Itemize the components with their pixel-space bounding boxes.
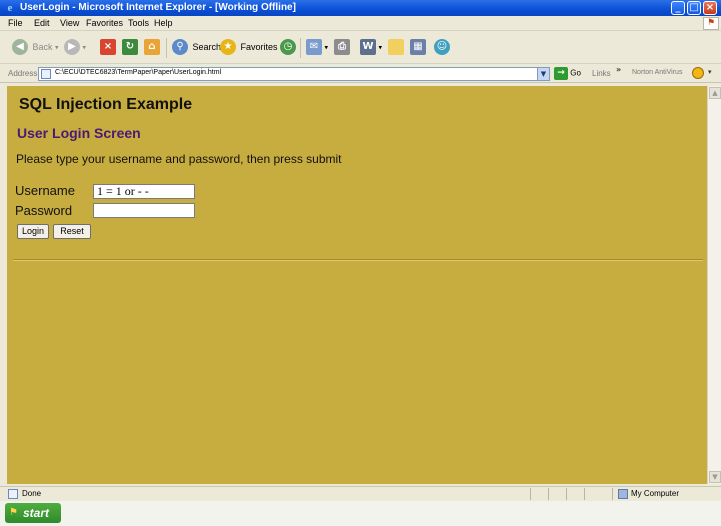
start-button[interactable]: ⚑ start	[5, 503, 61, 523]
mail-button[interactable]: ✉ ▾	[306, 39, 328, 57]
username-label: Username	[15, 183, 75, 198]
instructions-text: Please type your username and password, …	[16, 152, 342, 166]
forward-button[interactable]: ▶ ▾	[64, 39, 86, 57]
address-dropdown-icon[interactable]: ▼	[537, 68, 549, 80]
computer-icon	[618, 489, 628, 499]
links-toolbar[interactable]: Links »	[592, 65, 621, 78]
chevron-down-icon: ▾	[378, 44, 383, 52]
maximize-button[interactable]: □	[687, 1, 701, 15]
browser-window: e UserLogin - Microsoft Internet Explore…	[0, 0, 721, 526]
status-text: Done	[22, 489, 42, 498]
research-icon: ▦	[410, 39, 426, 55]
horizontal-rule	[13, 259, 703, 261]
vertical-scrollbar[interactable]: ▲ ▼	[707, 86, 721, 484]
login-button[interactable]: Login	[17, 224, 49, 239]
print-button[interactable]: ⎙	[334, 39, 350, 57]
windows-logo-icon: ⚑	[9, 507, 18, 518]
reset-button[interactable]: Reset	[53, 224, 91, 239]
go-arrow-icon: →	[554, 67, 568, 80]
chevron-down-icon[interactable]: ▾	[708, 68, 712, 76]
status-divider	[530, 488, 531, 500]
go-button[interactable]: → Go	[554, 67, 581, 81]
page-title: SQL Injection Example	[19, 96, 193, 113]
edit-page-icon: W	[360, 39, 376, 55]
address-input[interactable]: C:\ECU\DTEC6823\TermPaper\Paper\UserLogi…	[38, 67, 550, 81]
chevron-right-icon: »	[616, 65, 622, 74]
status-divider	[612, 488, 613, 500]
ie-icon: e	[7, 2, 13, 14]
status-bar: Done My Computer	[0, 486, 721, 501]
menu-favorites[interactable]: Favorites	[86, 18, 123, 28]
menu-view[interactable]: View	[60, 18, 79, 28]
page-subtitle: User Login Screen	[17, 125, 141, 141]
menu-edit[interactable]: Edit	[34, 18, 50, 28]
window-title: UserLogin - Microsoft Internet Explorer …	[20, 2, 296, 13]
research-button[interactable]: ▦	[410, 39, 426, 57]
page-content: SQL Injection Example User Login Screen …	[7, 86, 707, 484]
edit-button[interactable]: W ▾	[360, 39, 382, 57]
status-divider	[548, 488, 549, 500]
menu-help[interactable]: Help	[154, 18, 173, 28]
back-arrow-icon: ◀	[12, 39, 28, 55]
chevron-down-icon: ▾	[324, 44, 329, 52]
title-bar: e UserLogin - Microsoft Internet Explore…	[0, 0, 721, 16]
messenger-button[interactable]: ☺	[434, 39, 450, 57]
close-button[interactable]: ×	[703, 1, 717, 15]
history-icon: ◷	[280, 39, 296, 55]
stop-icon: ×	[100, 39, 116, 55]
menu-file[interactable]: File	[8, 18, 23, 28]
page-icon	[41, 69, 51, 79]
back-button[interactable]: ◀ Back ▾	[12, 39, 59, 57]
chevron-down-icon: ▾	[55, 44, 59, 52]
discuss-button[interactable]	[388, 39, 404, 57]
taskbar: ⚑ start	[0, 501, 721, 526]
chevron-down-icon: ▾	[82, 44, 87, 52]
folder-icon	[388, 39, 404, 55]
menu-bar: File Edit View Favorites Tools Help ⚑	[0, 16, 721, 31]
toolbar: ◀ Back ▾ ▶ ▾ × ↻ ⌂ ⚲ Search ★ Favorites …	[0, 32, 721, 64]
stop-button[interactable]: ×	[100, 39, 116, 57]
status-divider	[566, 488, 567, 500]
security-zone: My Computer	[631, 489, 680, 498]
favorites-button[interactable]: ★ Favorites	[220, 39, 278, 57]
address-url: C:\ECU\DTEC6823\TermPaper\Paper\UserLogi…	[55, 69, 222, 76]
page-done-icon	[8, 489, 18, 499]
norton-icon[interactable]	[692, 67, 704, 79]
star-icon: ★	[220, 39, 236, 55]
username-input[interactable]: 1 = 1 or - -	[93, 184, 195, 199]
password-label: Password	[15, 203, 73, 218]
minimize-button[interactable]: _	[671, 1, 685, 15]
status-divider	[584, 488, 585, 500]
mail-icon: ✉	[306, 39, 322, 55]
messenger-icon: ☺	[434, 39, 450, 55]
scroll-down-icon[interactable]: ▼	[709, 471, 721, 483]
menu-tools[interactable]: Tools	[128, 18, 149, 28]
history-button[interactable]: ◷	[280, 39, 296, 57]
address-bar: Address C:\ECU\DTEC6823\TermPaper\Paper\…	[0, 65, 721, 83]
windows-flag-icon: ⚑	[703, 17, 719, 30]
forward-arrow-icon: ▶	[64, 39, 80, 55]
scroll-up-icon[interactable]: ▲	[709, 87, 721, 99]
password-input[interactable]	[93, 203, 195, 218]
refresh-icon: ↻	[122, 39, 138, 55]
search-button[interactable]: ⚲ Search	[172, 39, 221, 57]
address-label: Address	[8, 69, 38, 78]
norton-antivirus-label[interactable]: Norton AntiVirus	[632, 69, 682, 76]
refresh-button[interactable]: ↻	[122, 39, 138, 57]
search-icon: ⚲	[172, 39, 188, 55]
home-icon: ⌂	[144, 39, 160, 55]
toolbar-separator	[300, 38, 301, 58]
home-button[interactable]: ⌂	[144, 39, 160, 57]
printer-icon: ⎙	[334, 39, 350, 55]
toolbar-separator	[166, 38, 167, 58]
